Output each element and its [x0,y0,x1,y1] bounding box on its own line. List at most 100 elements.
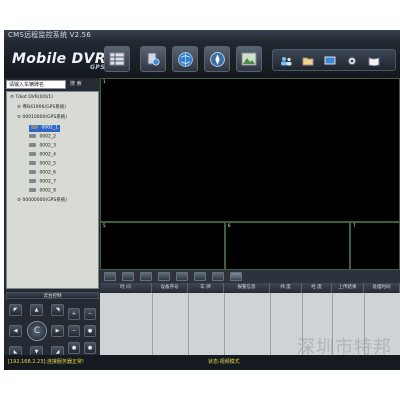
layout-4-button[interactable] [122,272,134,281]
snapshot-button[interactable] [230,272,242,281]
tree-channel-label: 0002_8 [39,188,57,194]
tree-root[interactable]: ⚙ Tdiot DVR(0/0/1) [10,95,53,102]
device-tree: ⚙ Tdiot DVR(0/0/1) ⚙ 粤B41906(GPS系统) ⚙ 00… [6,91,99,289]
tree-channel[interactable]: 0002_8 [29,188,56,195]
layout-6-button[interactable] [140,272,152,281]
video-tile[interactable]: 7 [350,222,400,270]
video-list-button[interactable] [104,46,130,72]
fullscreen-button[interactable] [212,272,224,281]
device-config-icon [147,52,160,66]
tree-node-icon: ⚙ [17,105,22,110]
gps-button[interactable] [204,46,230,72]
tree-channel-label: 0002_5 [39,161,57,167]
tree-node[interactable]: ⚙ 00000000(GPS系统) [17,198,67,205]
column-header: 时 间 [100,283,152,293]
layout-1-button[interactable] [104,272,116,281]
tree-channel-label: 0002_3 [39,143,57,149]
folder-icon [302,57,314,65]
ptz-up-right[interactable]: ◥ [51,304,64,316]
tree-root-icon: ⚙ [10,95,15,100]
tree-channel[interactable]: 0002_6 [29,170,56,177]
ptz-up[interactable]: ▲ [30,304,43,316]
video-tile[interactable]: 5 [100,222,225,270]
device-button[interactable] [140,46,166,72]
video-grid: 1 5 6 7 [100,78,400,270]
minus-icon: − [71,328,77,334]
layout-8-button[interactable] [158,272,170,281]
users-button[interactable] [279,54,293,67]
ptz-right[interactable]: ▶ [51,325,64,337]
tree-channel-selected[interactable]: 0002_1 [29,125,61,132]
dot-icon: ● [87,345,93,351]
tree-node-icon: ⚙ [17,115,22,120]
tree-node[interactable]: ⚙ 粤B41906(GPS系统) [17,105,66,112]
camera-icon [29,143,36,147]
tree-channel-label: 0002_7 [39,179,57,185]
camera-icon [29,179,36,183]
camera-icon [29,170,36,174]
column-header: 车 牌 [188,283,224,293]
tree-channel[interactable]: 0002_7 [29,179,56,186]
compass-icon [209,51,225,67]
camera-icon [29,152,36,156]
status-bar: [192.168.2.23]:连接服务器正常! 状态:视频模式 [4,355,400,370]
ptz-center-button[interactable]: C [27,321,47,341]
tree-node-label: 00010000(GPS系统) [22,115,67,120]
tree-channel[interactable]: 0002_4 [29,152,56,159]
tree-channel-label: 0002_6 [39,170,57,176]
arrow-left-icon: ◀ [13,328,18,334]
brand-sub: GPS [90,64,106,71]
tree-node[interactable]: ⚙ 00010000(GPS系统) [17,115,67,122]
ptz-center-label: C [33,326,41,336]
ptz-header: 云台控制 [6,292,99,299]
ptz-zoom-in[interactable]: + [68,308,80,320]
camera-icon [31,125,38,129]
book-button[interactable] [367,54,381,67]
table-header: 时 间 设备序号 车 牌 报警信息 纬 度 经 度 上传结果 处理时间 [100,283,400,293]
layout-16-button[interactable] [194,272,206,281]
search-input[interactable]: 请输入车辆牌名 [6,80,66,89]
record-button[interactable] [236,46,262,72]
column-header: 处理时间 [364,283,400,293]
map-button[interactable] [172,46,198,72]
video-tile[interactable]: 1 [100,78,400,222]
layout-9-button[interactable] [176,272,188,281]
column-header: 报警信息 [224,283,270,293]
tree-node-label: 粤B41906(GPS系统) [22,105,66,110]
ptz-left[interactable]: ◀ [9,325,22,337]
tile-number: 7 [353,223,356,228]
tree-channel[interactable]: 0002_5 [29,161,56,168]
window-title: CMS远程监控系统 V2.56 [4,30,400,40]
list-grid-icon [109,52,125,66]
tree-channel[interactable]: 0002_2 [29,134,56,141]
column-divider [224,293,225,355]
quick-toolbar [272,49,396,71]
column-header: 上传结果 [332,283,364,293]
ptz-focus-far[interactable]: ● [84,325,96,337]
ptz-focus-near[interactable]: − [68,325,80,337]
ptz-iris-close[interactable]: ● [84,342,96,354]
video-tile[interactable]: 6 [225,222,350,270]
tree-root-label: Tdiot DVR(0/0/1) [15,95,54,100]
column-header: 纬 度 [270,283,302,293]
ptz-zoom-out[interactable]: − [84,308,96,320]
column-divider [188,293,189,355]
minus-icon: − [87,311,93,317]
tree-node-icon: ⚙ [17,198,22,203]
column-header: 设备序号 [152,283,188,293]
camera-icon [29,161,36,165]
arrow-right-icon: ▶ [55,328,60,334]
ptz-iris-open[interactable]: ● [68,342,80,354]
folder-button[interactable] [301,54,315,67]
book-icon [368,56,380,66]
screen-button[interactable] [323,54,337,67]
ptz-up-left[interactable]: ◤ [9,304,22,316]
search-button[interactable]: 搜 索 [70,80,82,89]
arrow-up-icon: ▲ [34,307,39,313]
tile-number: 1 [103,79,106,84]
tree-channel[interactable]: 0002_3 [29,143,56,150]
settings-button[interactable] [345,54,359,67]
mode-status: 状态:视频模式 [208,359,240,365]
gear-icon [347,56,357,65]
monitor-icon [324,56,336,64]
